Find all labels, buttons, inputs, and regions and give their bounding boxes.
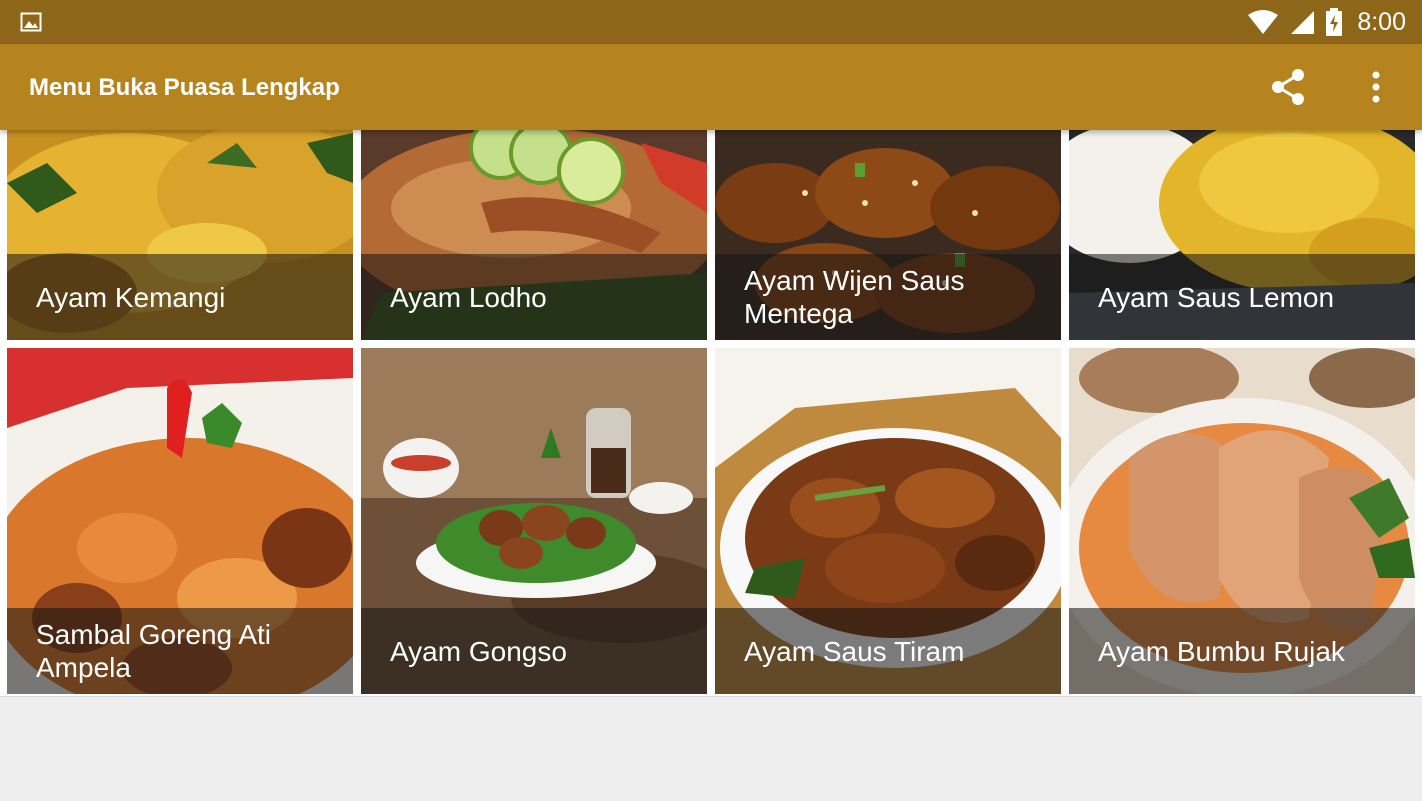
- recipe-title: Ayam Wijen Saus Mentega: [744, 265, 965, 329]
- image-notification-icon: [20, 12, 42, 32]
- recipe-title: Ayam Lodho: [390, 281, 547, 313]
- more-vert-icon: [1372, 71, 1380, 103]
- recipe-card[interactable]: Ayam Kemangi: [7, 130, 353, 340]
- recipe-grid: Ayam Kemangi Ayam Lodho Ayam Wijen Saus …: [0, 130, 1422, 696]
- recipe-title: Ayam Gongso: [390, 635, 567, 667]
- app-actions: [1264, 44, 1400, 130]
- wifi-icon: [1248, 10, 1279, 34]
- recipe-card[interactable]: Ayam Saus Tiram: [715, 348, 1061, 694]
- recipe-title: Ayam Bumbu Rujak: [1098, 635, 1345, 667]
- recipe-caption: Ayam Lodho: [361, 254, 707, 340]
- status-bar: 8:00: [0, 0, 1422, 44]
- recipe-caption: Ayam Saus Lemon: [1069, 254, 1415, 340]
- recipe-title: Sambal Goreng Ati Ampela: [36, 619, 272, 683]
- recipe-caption: Ayam Kemangi: [7, 254, 353, 340]
- signal-icon: [1291, 11, 1315, 34]
- recipe-caption: Ayam Bumbu Rujak: [1069, 608, 1415, 694]
- clock: 8:00: [1357, 7, 1406, 36]
- recipe-title: Ayam Saus Lemon: [1098, 281, 1335, 313]
- app-bar: Menu Buka Puasa Lengkap: [0, 44, 1422, 130]
- recipe-caption: Sambal Goreng Ati Ampela: [7, 608, 353, 694]
- recipe-caption: Ayam Wijen Saus Mentega: [715, 254, 1061, 340]
- app-title: Menu Buka Puasa Lengkap: [29, 74, 340, 101]
- recipe-card[interactable]: Ayam Saus Lemon: [1069, 130, 1415, 340]
- overflow-menu-button[interactable]: [1352, 63, 1400, 111]
- recipe-title: Ayam Saus Tiram: [744, 635, 965, 667]
- recipe-card[interactable]: Ayam Wijen Saus Mentega: [715, 130, 1061, 340]
- recipe-card[interactable]: Sambal Goreng Ati Ampela: [7, 348, 353, 694]
- recipe-title: Ayam Kemangi: [36, 281, 226, 313]
- recipe-caption: Ayam Gongso: [361, 608, 707, 694]
- recipe-card[interactable]: Ayam Bumbu Rujak: [1069, 348, 1415, 694]
- battery-charging-icon: [1326, 8, 1343, 36]
- recipe-card[interactable]: Ayam Gongso: [361, 348, 707, 694]
- status-icons: 8:00: [1247, 0, 1406, 44]
- share-icon: [1272, 69, 1304, 105]
- recipe-card[interactable]: Ayam Lodho: [361, 130, 707, 340]
- share-button[interactable]: [1264, 63, 1312, 111]
- empty-background: [0, 696, 1422, 801]
- recipe-caption: Ayam Saus Tiram: [715, 608, 1061, 694]
